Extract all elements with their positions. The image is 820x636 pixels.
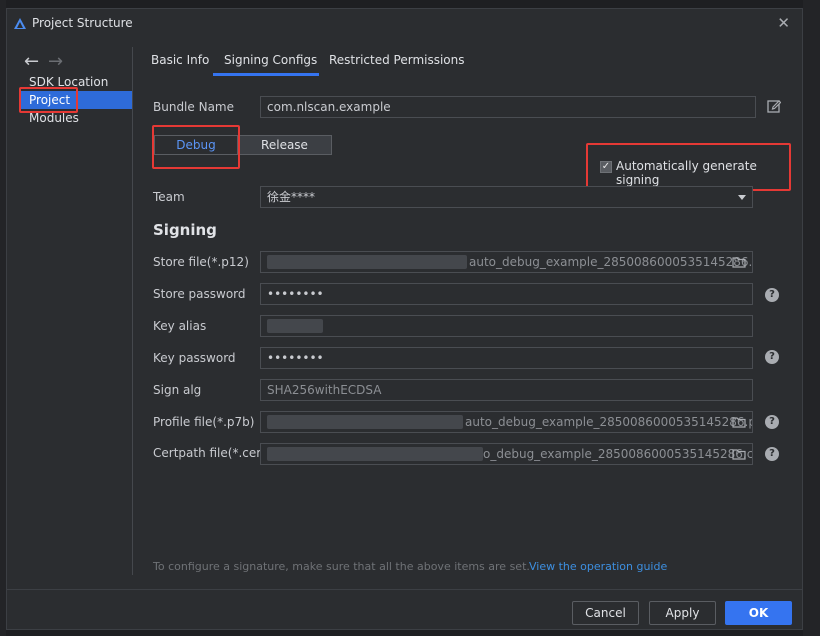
dialog-title: Project Structure xyxy=(32,16,133,30)
profile-file-field[interactable]: auto_debug_example_2850086000535145286.p… xyxy=(260,411,753,433)
key-alias-field[interactable] xyxy=(260,315,753,337)
background-editor-strip-right xyxy=(803,0,820,636)
redacted-key-alias xyxy=(267,319,323,333)
annotation-box-project xyxy=(19,87,78,113)
certpath-file-value: o_debug_example_2850086000535145286.cer xyxy=(483,447,753,461)
store-file-value: auto_debug_example_2850086000535145286.p… xyxy=(469,255,753,269)
signing-hint-text: To configure a signature, make sure that… xyxy=(153,560,530,573)
store-password-label: Store password xyxy=(153,287,246,301)
help-icon-store-password[interactable]: ? xyxy=(765,288,779,302)
key-password-label: Key password xyxy=(153,351,236,365)
team-dropdown[interactable]: 徐金**** xyxy=(260,186,753,208)
signing-section-title: Signing xyxy=(153,221,217,239)
folder-icon[interactable] xyxy=(732,448,746,460)
sidebar-divider xyxy=(132,47,133,575)
profile-file-value: auto_debug_example_2850086000535145286.p… xyxy=(465,415,753,429)
tab-basic-info[interactable]: Basic Info xyxy=(151,53,209,67)
folder-icon[interactable] xyxy=(732,256,746,268)
sign-alg-field[interactable]: SHA256withECDSA xyxy=(260,379,753,401)
team-label: Team xyxy=(153,190,185,204)
tab-restricted-permissions[interactable]: Restricted Permissions xyxy=(329,53,465,67)
title-bar: Project Structure ✕ xyxy=(7,9,802,39)
chevron-down-icon xyxy=(738,195,746,200)
store-file-field[interactable]: auto_debug_example_2850086000535145286.p… xyxy=(260,251,753,273)
back-arrow-icon[interactable]: ← xyxy=(24,51,39,72)
edit-icon[interactable] xyxy=(767,99,781,113)
active-tab-indicator xyxy=(213,73,319,76)
sign-alg-value: SHA256withECDSA xyxy=(267,383,382,397)
cancel-button[interactable]: Cancel xyxy=(572,601,639,625)
certpath-file-field[interactable]: o_debug_example_2850086000535145286.cer xyxy=(260,443,753,465)
folder-icon[interactable] xyxy=(732,416,746,428)
store-file-label: Store file(*.p12) xyxy=(153,255,249,269)
ok-button[interactable]: OK xyxy=(725,601,792,625)
forward-arrow-icon[interactable]: → xyxy=(48,51,63,72)
annotation-box-debug xyxy=(152,125,240,169)
store-password-value: •••••••• xyxy=(267,287,324,301)
close-icon[interactable]: ✕ xyxy=(777,14,790,32)
release-toggle-button[interactable]: Release xyxy=(237,135,332,155)
key-alias-label: Key alias xyxy=(153,319,207,333)
help-icon-key-password[interactable]: ? xyxy=(765,350,779,364)
certpath-file-label: Certpath file(*.cer) xyxy=(153,446,266,460)
store-password-field[interactable]: •••••••• xyxy=(260,283,753,305)
redacted-path xyxy=(267,255,467,269)
key-password-field[interactable]: •••••••• xyxy=(260,347,753,369)
app-logo-icon xyxy=(14,18,26,29)
profile-file-label: Profile file(*.p7b) xyxy=(153,415,255,429)
help-icon-certpath-file[interactable]: ? xyxy=(765,447,779,461)
team-value: 徐金**** xyxy=(267,190,316,204)
footer-divider xyxy=(7,589,802,590)
sidebar-item-label: Modules xyxy=(29,111,79,125)
bundle-name-label: Bundle Name xyxy=(153,100,234,114)
bundle-name-value: com.nlscan.example xyxy=(267,100,391,114)
operation-guide-link[interactable]: View the operation guide xyxy=(529,560,667,573)
annotation-box-auto-sign xyxy=(586,143,791,191)
help-icon-profile-file[interactable]: ? xyxy=(765,415,779,429)
tab-signing-configs[interactable]: Signing Configs xyxy=(224,53,317,67)
project-structure-dialog: Project Structure ✕ ← → SDK Location Pro… xyxy=(6,8,803,630)
apply-button[interactable]: Apply xyxy=(649,601,716,625)
sign-alg-label: Sign alg xyxy=(153,383,202,397)
redacted-path xyxy=(267,415,463,429)
key-password-value: •••••••• xyxy=(267,351,324,365)
redacted-path xyxy=(267,447,483,461)
bundle-name-field[interactable]: com.nlscan.example xyxy=(260,96,756,118)
